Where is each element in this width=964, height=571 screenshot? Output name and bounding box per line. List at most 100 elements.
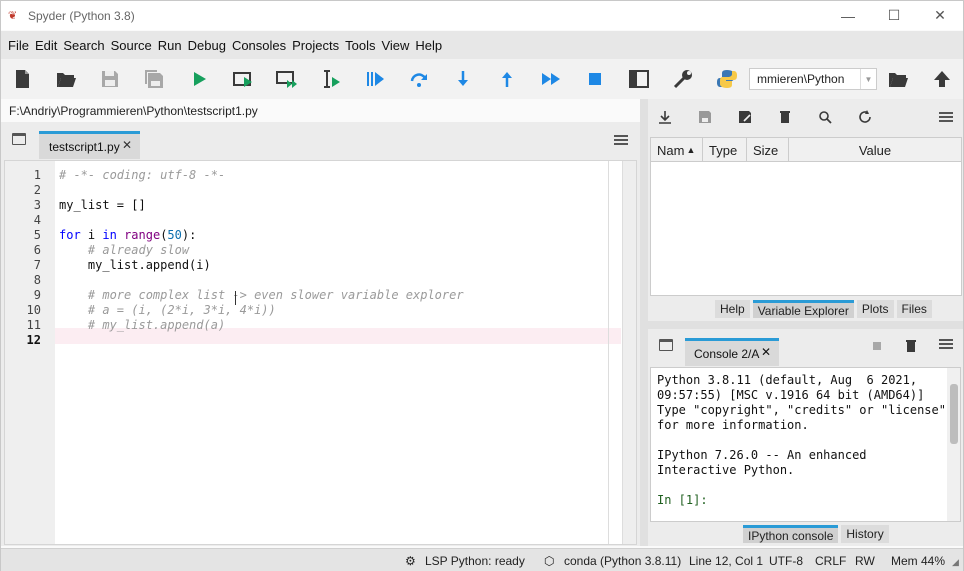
menu-search[interactable]: Search xyxy=(60,38,107,53)
console-line: Interactive Python. xyxy=(657,463,795,477)
browse-folder-icon[interactable] xyxy=(886,67,910,91)
minimize-button[interactable]: — xyxy=(825,1,871,30)
tab-help[interactable]: Help xyxy=(715,300,750,318)
maximize-pane-icon[interactable] xyxy=(627,67,651,91)
menu-view[interactable]: View xyxy=(378,38,412,53)
remove-all-icon[interactable] xyxy=(777,109,793,125)
remove-console-variables-icon[interactable] xyxy=(903,338,919,354)
variable-explorer-options-icon[interactable] xyxy=(939,112,953,122)
import-data-icon[interactable] xyxy=(657,109,673,125)
console-text: Python 3.8.11 (default, Aug 6 2021, 09:5… xyxy=(657,373,946,508)
line-number-current: 12 xyxy=(26,333,41,347)
menu-file[interactable]: File xyxy=(5,38,32,53)
close-button[interactable]: ✕ xyxy=(917,1,963,30)
browse-console-tabs-icon[interactable] xyxy=(659,339,673,351)
editor-filepath: F:\Andriy\Programmieren\Python\testscrip… xyxy=(9,104,258,118)
console-options-icon[interactable] xyxy=(939,339,953,349)
tab-files[interactable]: Files xyxy=(896,300,932,318)
vertical-splitter[interactable] xyxy=(640,99,648,546)
parent-directory-icon[interactable] xyxy=(930,67,954,91)
run-cell-icon[interactable] xyxy=(231,67,255,91)
tab-plots[interactable]: Plots xyxy=(856,300,894,318)
editor-options-menu-icon[interactable] xyxy=(614,135,628,145)
horizontal-splitter[interactable] xyxy=(648,321,963,329)
end-of-line: CRLF xyxy=(815,554,847,568)
menu-edit[interactable]: Edit xyxy=(32,38,60,53)
browse-tabs-icon[interactable] xyxy=(12,133,26,145)
cursor-position: Line 12, Col 1 xyxy=(689,554,764,568)
new-file-icon[interactable] xyxy=(10,67,34,91)
editor-scrollbar[interactable] xyxy=(622,161,636,544)
code-editor[interactable]: 1 2 3 4 5 6 7 8 9 10 11 12 # -*- coding:… xyxy=(4,160,637,545)
search-icon[interactable] xyxy=(817,109,833,125)
step-into-icon[interactable] xyxy=(451,67,475,91)
chevron-down-icon[interactable]: ▼ xyxy=(860,69,876,89)
editor-tabbar: testscript1.py ✕ xyxy=(1,122,640,159)
tab-console-2a[interactable]: Console 2/A ✕ xyxy=(685,338,779,366)
refresh-icon[interactable] xyxy=(857,109,873,125)
line-number: 4 xyxy=(33,213,41,227)
save-data-as-icon[interactable] xyxy=(737,109,753,125)
run-selection-icon[interactable] xyxy=(319,67,343,91)
close-console-icon[interactable]: ✕ xyxy=(761,345,771,359)
variable-table[interactable]: Nam ▲ Type Size Value xyxy=(650,137,962,296)
code-line-1: # -*- coding: utf-8 -*- xyxy=(59,168,226,182)
resize-grip-icon[interactable]: ◢ xyxy=(952,557,959,568)
environment-status[interactable]: conda (Python 3.8.11) xyxy=(564,554,681,568)
minimize-icon: — xyxy=(841,7,855,24)
file-encoding: UTF-8 xyxy=(769,554,803,568)
run-cell-advance-icon[interactable] xyxy=(275,67,299,91)
menu-source[interactable]: Source xyxy=(108,38,155,53)
menu-bar: File Edit Search Source Run Debug Consol… xyxy=(1,31,963,59)
step-out-icon[interactable] xyxy=(495,67,519,91)
sort-ascending-icon: ▲ xyxy=(686,145,696,155)
save-data-icon[interactable] xyxy=(697,109,713,125)
column-name-header[interactable]: Nam ▲ xyxy=(651,138,703,162)
window-title: Spyder (Python 3.8) xyxy=(28,8,135,23)
debug-icon[interactable] xyxy=(363,67,387,91)
code-line-7: my_list.append(i) xyxy=(59,258,211,272)
lsp-status[interactable]: LSP Python: ready xyxy=(425,554,525,568)
menu-consoles[interactable]: Consoles xyxy=(229,38,289,53)
menu-tools[interactable]: Tools xyxy=(342,38,378,53)
code-line-6: # already slow xyxy=(59,243,190,257)
console-line: IPython 7.26.0 -- An enhanced xyxy=(657,448,867,462)
tab-testscript1[interactable]: testscript1.py ✕ xyxy=(39,131,140,159)
console-scrollbar-thumb[interactable] xyxy=(950,384,958,444)
tab-history[interactable]: History xyxy=(841,525,889,543)
column-value-header[interactable]: Value xyxy=(789,138,961,162)
line-number: 11 xyxy=(26,318,41,332)
console-output[interactable]: Python 3.8.11 (default, Aug 6 2021, 09:5… xyxy=(650,367,961,522)
save-icon[interactable] xyxy=(98,67,122,91)
menu-run[interactable]: Run xyxy=(155,38,185,53)
stop-icon[interactable] xyxy=(583,67,607,91)
interrupt-kernel-icon[interactable] xyxy=(869,338,885,354)
variable-table-header: Nam ▲ Type Size Value xyxy=(651,138,961,162)
spyder-window: ❦ Spyder (Python 3.8) — ☐ ✕ File Edit Se… xyxy=(0,0,964,571)
ipython-console-pane: Console 2/A ✕ Python 3.8.11 (default, Au… xyxy=(648,329,963,546)
close-tab-icon[interactable]: ✕ xyxy=(122,138,132,152)
menu-projects[interactable]: Projects xyxy=(289,38,342,53)
line-number: 8 xyxy=(33,273,41,287)
line-number: 1 xyxy=(33,168,41,182)
line-number: 5 xyxy=(33,228,41,242)
lsp-icon: ⚙ xyxy=(405,554,416,568)
maximize-button[interactable]: ☐ xyxy=(871,1,917,30)
python-path-icon[interactable] xyxy=(715,67,739,91)
menu-debug[interactable]: Debug xyxy=(185,38,229,53)
working-directory-combo[interactable]: mmieren\Python ▼ xyxy=(749,68,877,90)
open-file-icon[interactable] xyxy=(54,67,78,91)
column-size-header[interactable]: Size xyxy=(747,138,789,162)
main-toolbar: mmieren\Python ▼ xyxy=(1,59,963,99)
run-icon[interactable] xyxy=(187,67,211,91)
menu-help[interactable]: Help xyxy=(412,38,445,53)
preferences-icon[interactable] xyxy=(671,67,695,91)
tab-ipython-console[interactable]: IPython console xyxy=(743,525,839,543)
save-all-icon[interactable] xyxy=(142,67,166,91)
step-over-icon[interactable] xyxy=(407,67,431,91)
console-tab-label: Console 2/A xyxy=(694,346,760,361)
continue-icon[interactable] xyxy=(539,67,563,91)
console-scrollbar[interactable] xyxy=(947,368,960,521)
tab-variable-explorer[interactable]: Variable Explorer xyxy=(752,300,854,318)
column-type-header[interactable]: Type xyxy=(703,138,747,162)
